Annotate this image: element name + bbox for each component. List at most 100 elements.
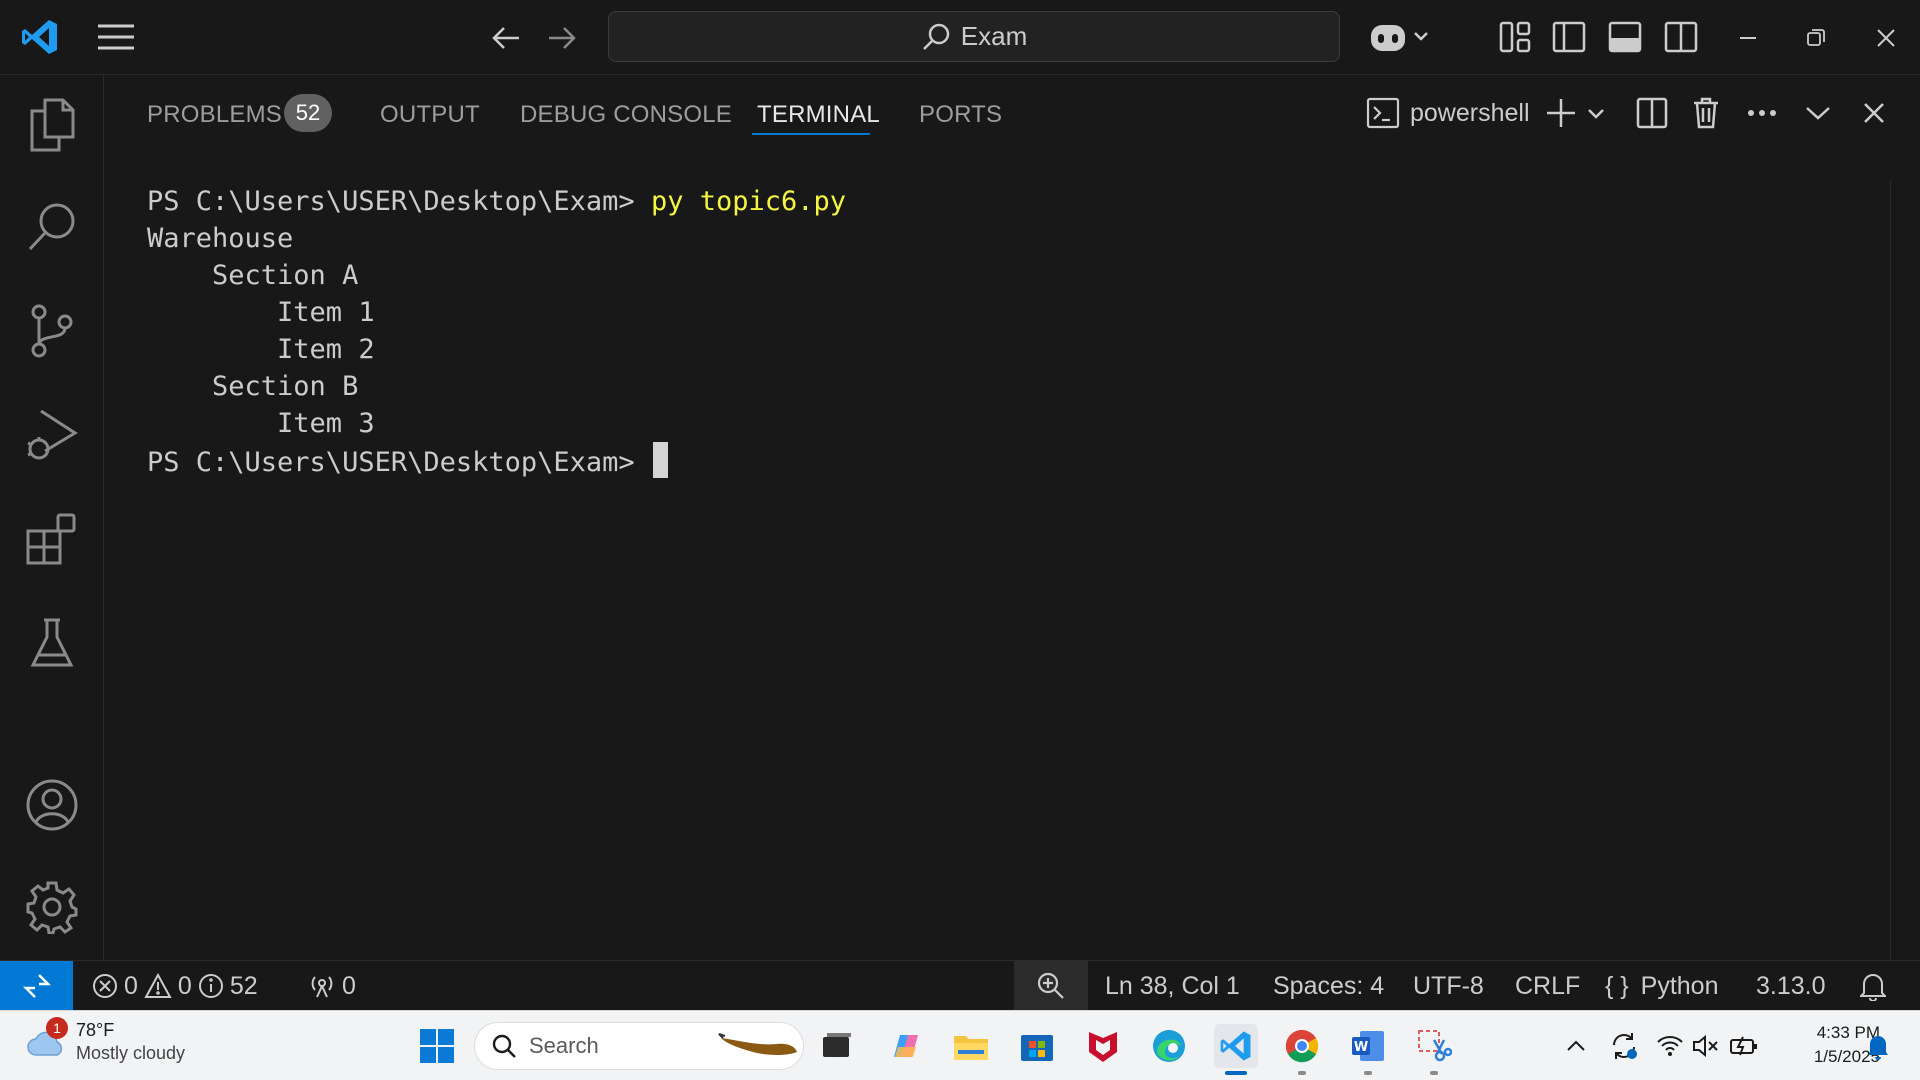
encoding-setting[interactable]: UTF-8 <box>1413 961 1484 1011</box>
manage-gear-icon[interactable] <box>22 877 82 937</box>
snipping-tool-icon[interactable] <box>1412 1024 1456 1068</box>
terminal-panel: PROBLEMS 52 OUTPUT DEBUG CONSOLE TERMINA… <box>104 75 1920 960</box>
weather-temp: 78°F <box>76 1020 115 1040</box>
tab-terminal[interactable]: TERMINAL <box>757 101 880 129</box>
tab-ports[interactable]: PORTS <box>919 101 1002 129</box>
chevron-down-icon[interactable] <box>1798 91 1838 135</box>
terminal-scrollbar[interactable] <box>1890 180 1920 960</box>
running-app-indicator <box>1298 1071 1306 1075</box>
testing-icon[interactable] <box>22 613 82 673</box>
new-terminal-button[interactable] <box>1544 91 1614 135</box>
warning-icon <box>144 973 172 998</box>
terminal-line: Warehouse <box>147 223 294 254</box>
warning-count: 0 <box>177 971 192 1000</box>
word-icon[interactable]: W <box>1346 1024 1390 1068</box>
toggle-sidebar-icon[interactable] <box>1550 18 1588 56</box>
terminal-line: Section B <box>147 371 359 402</box>
minimize-icon[interactable] <box>1730 20 1766 56</box>
problems-count-badge: 52 <box>284 94 332 132</box>
info-icon <box>198 974 223 998</box>
broadcast-icon <box>311 976 333 998</box>
terminal-icon <box>1366 97 1400 129</box>
microsoft-store-icon[interactable] <box>1015 1024 1059 1068</box>
task-view-icon[interactable] <box>814 1024 858 1068</box>
restore-icon[interactable] <box>1798 20 1834 56</box>
command-center-label: Exam <box>960 21 1028 51</box>
indentation-setting[interactable]: Spaces: 4 <box>1273 961 1384 1011</box>
customize-layout-icon[interactable] <box>1496 18 1534 56</box>
activity-bar <box>0 75 104 960</box>
show-hidden-icons-icon[interactable] <box>1556 1024 1596 1068</box>
terminal-line: PS C:\Users\USER\Desktop\Exam> <box>147 442 846 481</box>
split-terminal-icon[interactable] <box>1632 91 1672 135</box>
weather-badge: 1 <box>46 1017 68 1039</box>
shell-name: powershell <box>1410 98 1530 127</box>
extensions-icon[interactable] <box>22 509 82 569</box>
close-icon[interactable] <box>1868 20 1904 56</box>
close-panel-icon[interactable] <box>1854 91 1894 135</box>
chrome-icon[interactable] <box>1280 1024 1324 1068</box>
edge-icon[interactable] <box>1147 1024 1191 1068</box>
terminal-line: PS C:\Users\USER\Desktop\Exam> py topic6… <box>147 183 846 220</box>
eol-setting[interactable]: CRLF <box>1515 961 1580 1011</box>
cursor-position[interactable]: Ln 38, Col 1 <box>1105 961 1240 1011</box>
sync-icon[interactable] <box>1604 1024 1644 1068</box>
tab-problems[interactable]: PROBLEMS <box>147 101 282 129</box>
explorer-icon[interactable] <box>22 95 82 155</box>
weather-widget[interactable]: 1 78°F Mostly cloudy <box>26 1017 185 1065</box>
command-center-search[interactable]: Exam <box>608 11 1340 62</box>
terminal-output[interactable]: PS C:\Users\USER\Desktop\Exam> py topic6… <box>147 183 846 481</box>
back-arrow-icon[interactable] <box>488 20 524 56</box>
file-explorer-icon[interactable] <box>949 1024 993 1068</box>
python-interpreter[interactable]: 3.13.0 <box>1756 961 1826 1011</box>
battery-charging-icon[interactable] <box>1724 1024 1764 1068</box>
windows-taskbar: 1 78°F Mostly cloudy Search W 4:33 PM 1/… <box>0 1010 1920 1080</box>
windows-start-icon[interactable] <box>415 1024 459 1068</box>
vscode-taskbar-icon[interactable] <box>1214 1024 1258 1068</box>
status-bar: 0 0 52 0 Ln 38, Col 1 Spaces: 4 UTF-8 CR… <box>0 960 1920 1011</box>
problems-status[interactable]: 0 0 52 <box>92 961 258 1011</box>
taskbar-search-placeholder: Search <box>529 1033 599 1058</box>
notification-bell-icon[interactable] <box>1858 1024 1898 1068</box>
taskbar-search[interactable]: Search <box>474 1022 804 1070</box>
toggle-secondary-sidebar-icon[interactable] <box>1662 18 1700 56</box>
ports-status[interactable]: 0 <box>308 961 356 1011</box>
toggle-panel-icon[interactable] <box>1606 18 1644 56</box>
language-label: Python <box>1640 971 1719 1000</box>
running-app-indicator <box>1364 1071 1372 1075</box>
wifi-icon[interactable] <box>1650 1024 1690 1068</box>
forward-arrow-icon[interactable] <box>544 20 580 56</box>
svg-text:W: W <box>1354 1040 1368 1055</box>
accounts-icon[interactable] <box>22 775 82 835</box>
terminal-line: Item 2 <box>147 334 375 365</box>
copilot-icon[interactable] <box>1366 16 1438 58</box>
terminal-line: Item 3 <box>147 408 375 439</box>
terminal-prompt: PS C:\Users\USER\Desktop\Exam> <box>147 447 635 478</box>
trash-icon[interactable] <box>1686 91 1726 135</box>
remote-icon <box>22 974 51 998</box>
copilot-app-icon[interactable] <box>883 1024 927 1068</box>
source-control-icon[interactable] <box>22 301 82 361</box>
search-icon <box>922 23 950 50</box>
language-mode[interactable]: { } Python <box>1605 961 1719 1011</box>
active-app-indicator <box>1225 1071 1247 1075</box>
mcafee-icon[interactable] <box>1081 1024 1125 1068</box>
terminal-command: py topic6.py <box>650 186 847 217</box>
run-debug-icon[interactable] <box>22 405 82 465</box>
terminal-line: Section A <box>147 260 359 291</box>
tab-debug-console[interactable]: DEBUG CONSOLE <box>520 101 732 129</box>
info-count: 52 <box>229 971 258 1000</box>
title-bar: Exam <box>0 0 1920 75</box>
volume-muted-icon[interactable] <box>1686 1024 1726 1068</box>
zoom-button[interactable] <box>1014 961 1088 1011</box>
remote-indicator[interactable] <box>0 961 73 1011</box>
tab-output[interactable]: OUTPUT <box>380 101 480 129</box>
more-actions-icon[interactable] <box>1742 91 1782 135</box>
terminal-prompt: PS C:\Users\USER\Desktop\Exam> <box>147 186 635 217</box>
search-icon <box>492 1034 516 1058</box>
notifications-bell-icon[interactable] <box>1860 961 1886 1011</box>
search-icon[interactable] <box>22 197 82 257</box>
vscode-logo-icon <box>18 15 62 59</box>
menu-icon[interactable] <box>96 18 136 56</box>
terminal-shell-selector[interactable]: powershell <box>1366 91 1530 135</box>
